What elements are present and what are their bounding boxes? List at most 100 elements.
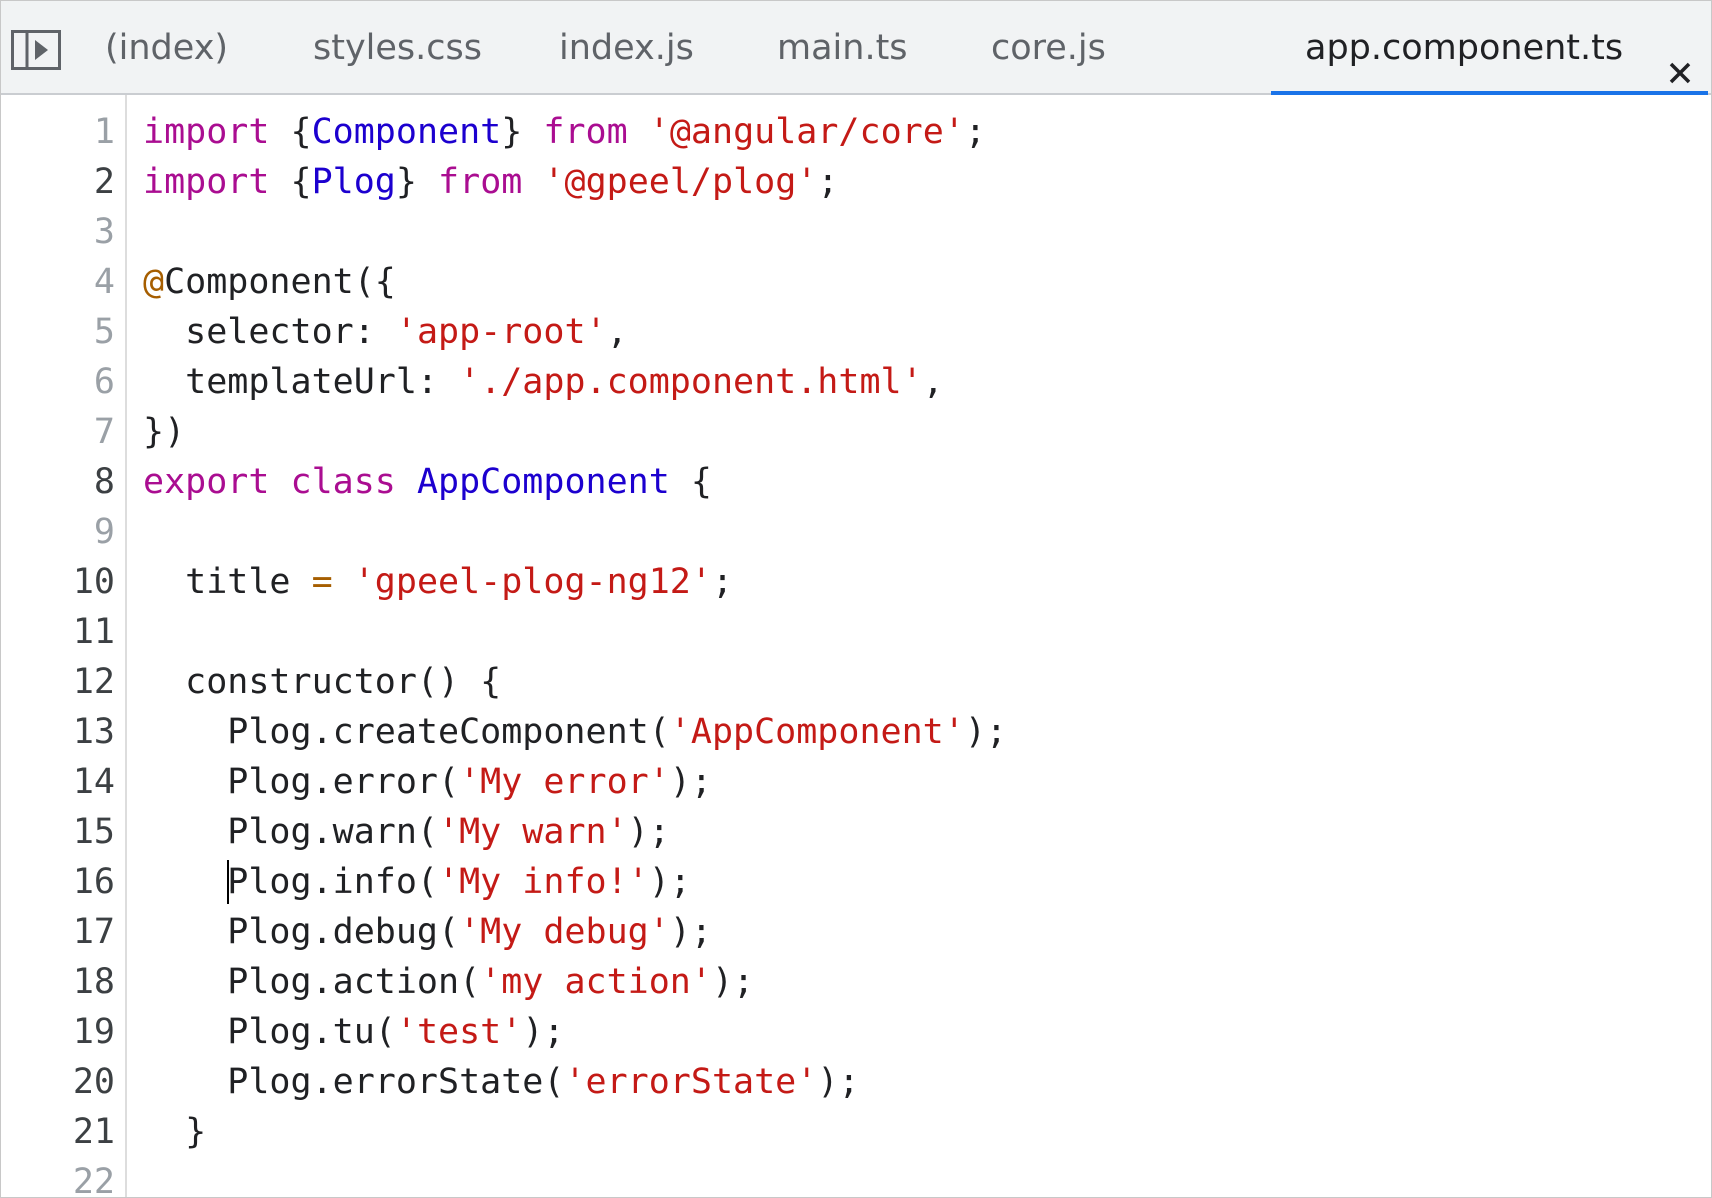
- line-number[interactable]: 16: [1, 857, 115, 907]
- code-line[interactable]: 22: [1, 1157, 1711, 1197]
- code-line[interactable]: 16 Plog.info('My info!');: [1, 857, 1711, 907]
- line-number[interactable]: 4: [1, 257, 115, 307]
- line-code-text[interactable]: @Component({: [143, 257, 396, 307]
- code-token: 'My info!': [438, 862, 649, 902]
- line-number[interactable]: 13: [1, 707, 115, 757]
- line-number[interactable]: 10: [1, 557, 115, 607]
- code-line[interactable]: 5 selector: 'app-root',: [1, 307, 1711, 357]
- code-token: 'test': [395, 1012, 523, 1052]
- tab-styles-css[interactable]: styles.css: [313, 1, 482, 95]
- code-token: export: [143, 462, 270, 502]
- line-number[interactable]: 6: [1, 357, 115, 407]
- line-code-text[interactable]: Plog.errorState('errorState');: [143, 1057, 859, 1107]
- code-line[interactable]: 17 Plog.debug('My debug');: [1, 907, 1711, 957]
- line-code-text[interactable]: Plog.createComponent('AppComponent');: [143, 707, 1007, 757]
- code-line[interactable]: 10 title = 'gpeel-plog-ng12';: [1, 557, 1711, 607]
- tab-main-ts[interactable]: main.ts: [777, 1, 908, 95]
- line-number[interactable]: 7: [1, 407, 115, 457]
- line-number[interactable]: 18: [1, 957, 115, 1007]
- code-token: );: [627, 812, 670, 852]
- code-line[interactable]: 18 Plog.action('my action');: [1, 957, 1711, 1007]
- code-line[interactable]: 20 Plog.errorState('errorState');: [1, 1057, 1711, 1107]
- line-code-text[interactable]: title = 'gpeel-plog-ng12';: [143, 557, 733, 607]
- line-code-text[interactable]: import {Plog} from '@gpeel/plog';: [143, 157, 838, 207]
- tab-label: index.js: [559, 28, 694, 68]
- code-token: );: [711, 962, 755, 1002]
- code-line[interactable]: 6 templateUrl: './app.component.html',: [1, 357, 1711, 407]
- line-code-text[interactable]: Plog.warn('My warn');: [143, 807, 670, 857]
- code-token: Plog.action(: [143, 962, 481, 1002]
- line-number[interactable]: 19: [1, 1007, 115, 1057]
- code-token: 'my action': [480, 962, 712, 1002]
- code-token: constructor() {: [143, 662, 502, 702]
- code-token: {: [269, 112, 312, 152]
- code-token: ;: [711, 562, 734, 602]
- close-icon[interactable]: [1664, 31, 1696, 84]
- line-code-text[interactable]: Plog.tu('test');: [143, 1007, 564, 1057]
- code-editor[interactable]: 1 import {Component} from '@angular/core'…: [1, 95, 1711, 1197]
- text-caret: [227, 860, 229, 904]
- line-code-text[interactable]: export class AppComponent {: [143, 457, 712, 507]
- code-line[interactable]: 11: [1, 607, 1711, 657]
- tab-index[interactable]: (index): [105, 1, 228, 95]
- code-line[interactable]: 2 import {Plog} from '@gpeel/plog';: [1, 157, 1711, 207]
- code-line[interactable]: 19 Plog.tu('test');: [1, 1007, 1711, 1057]
- line-code-text[interactable]: }): [143, 407, 185, 457]
- line-number[interactable]: 2: [1, 157, 115, 207]
- code-line[interactable]: 15 Plog.warn('My warn');: [1, 807, 1711, 857]
- tab-app-component-ts[interactable]: app.component.ts: [1271, 1, 1708, 95]
- code-token: );: [669, 912, 712, 952]
- line-number[interactable]: 3: [1, 207, 115, 257]
- code-token: );: [964, 712, 1007, 752]
- line-code-text[interactable]: constructor() {: [143, 657, 501, 707]
- code-line[interactable]: 8 export class AppComponent {: [1, 457, 1711, 507]
- code-token: 'My error': [459, 762, 670, 802]
- code-token: {: [669, 462, 712, 502]
- line-number[interactable]: 11: [1, 607, 115, 657]
- code-token: 'app-root': [395, 312, 607, 352]
- line-number[interactable]: 14: [1, 757, 115, 807]
- line-number[interactable]: 5: [1, 307, 115, 357]
- sources-panel: (index) styles.css index.js main.ts core…: [0, 0, 1712, 1198]
- line-code-text[interactable]: Plog.debug('My debug');: [143, 907, 712, 957]
- line-code-text[interactable]: }: [143, 1107, 206, 1157]
- code-line[interactable]: 21 }: [1, 1107, 1711, 1157]
- line-code-text[interactable]: Plog.error('My error');: [143, 757, 712, 807]
- code-token: '@gpeel/plog': [543, 162, 818, 202]
- code-line[interactable]: 13 Plog.createComponent('AppComponent');: [1, 707, 1711, 757]
- code-token: 'gpeel-plog-ng12': [353, 562, 712, 602]
- code-token: Plog.tu(: [143, 1012, 396, 1052]
- line-number[interactable]: 17: [1, 907, 115, 957]
- code-token: AppComponent: [416, 462, 670, 502]
- code-token: class: [290, 462, 396, 502]
- line-number[interactable]: 15: [1, 807, 115, 857]
- line-number[interactable]: 1: [1, 107, 115, 157]
- line-number[interactable]: 8: [1, 457, 115, 507]
- line-number[interactable]: 9: [1, 507, 115, 557]
- tab-core-js[interactable]: core.js: [991, 1, 1106, 95]
- editor-tab-bar: (index) styles.css index.js main.ts core…: [1, 1, 1711, 95]
- code-line[interactable]: 4 @Component({: [1, 257, 1711, 307]
- line-number[interactable]: 21: [1, 1107, 115, 1157]
- code-line[interactable]: 14 Plog.error('My error');: [1, 757, 1711, 807]
- line-number[interactable]: 12: [1, 657, 115, 707]
- line-code-text[interactable]: import {Component} from '@angular/core';: [143, 107, 986, 157]
- code-token: Plog.errorState(: [143, 1062, 565, 1102]
- code-token: from: [543, 112, 628, 152]
- code-line[interactable]: 7}): [1, 407, 1711, 457]
- code-token: Component: [311, 112, 502, 152]
- line-number[interactable]: 22: [1, 1157, 115, 1197]
- code-line[interactable]: 1 import {Component} from '@angular/core'…: [1, 107, 1711, 157]
- line-code-text[interactable]: templateUrl: './app.component.html',: [143, 357, 944, 407]
- line-code-text[interactable]: Plog.action('my action');: [143, 957, 754, 1007]
- code-token: );: [669, 762, 712, 802]
- tab-index-js[interactable]: index.js: [559, 1, 694, 95]
- line-number[interactable]: 20: [1, 1057, 115, 1107]
- code-line[interactable]: 9: [1, 507, 1711, 557]
- line-code-text[interactable]: Plog.info('My info!');: [143, 857, 691, 907]
- line-code-text[interactable]: selector: 'app-root',: [143, 307, 628, 357]
- code-line[interactable]: 12 constructor() {: [1, 657, 1711, 707]
- sidebar-toggle-icon[interactable]: [11, 30, 61, 70]
- code-line[interactable]: 3: [1, 207, 1711, 257]
